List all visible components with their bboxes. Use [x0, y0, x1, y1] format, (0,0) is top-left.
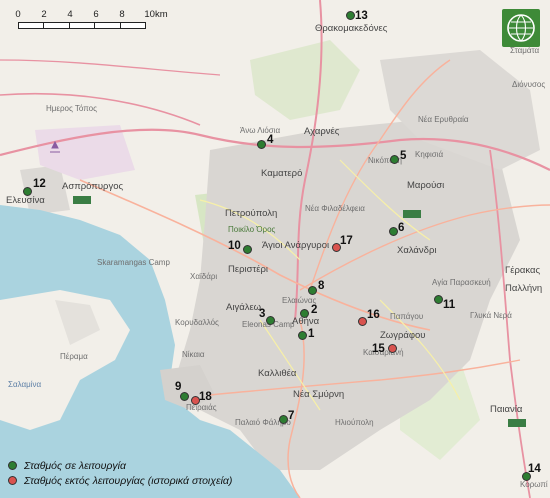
place-label: Νέα Φιλαδέλφεια — [305, 204, 365, 213]
station-marker-1[interactable] — [298, 331, 307, 340]
scale-tick-label: 6 — [93, 9, 99, 20]
place-label: Χαϊδάρι — [190, 272, 218, 281]
station-marker-7[interactable] — [279, 415, 288, 424]
meteo-network-logo-icon — [502, 9, 540, 47]
station-marker-16[interactable] — [358, 317, 367, 326]
station-marker-11[interactable] — [434, 295, 443, 304]
station-label-18[interactable]: 18 — [199, 391, 212, 403]
station-marker-2[interactable] — [300, 309, 309, 318]
place-label: Ποικίλο Όρος — [228, 225, 276, 234]
station-label-16[interactable]: 16 — [367, 309, 380, 321]
place-label: Ζωγράφου — [380, 330, 426, 341]
place-label: Νέα Σμύρνη — [293, 389, 345, 400]
place-label: Γλυκά Νερά — [470, 311, 512, 320]
station-marker-6[interactable] — [389, 227, 398, 236]
place-label: Πειραιάς — [186, 403, 217, 412]
scale-bar: 0 2 4 6 8 10km — [15, 9, 168, 35]
place-label: Αγία Παρασκευή — [432, 278, 491, 287]
place-label: Παλλήνη — [505, 283, 543, 294]
station-marker-10[interactable] — [243, 245, 252, 254]
station-marker-4[interactable] — [257, 140, 266, 149]
scale-tick-label: 10km — [144, 9, 168, 20]
place-label: Πέραμα — [60, 352, 88, 361]
station-marker-15[interactable] — [388, 344, 397, 353]
station-label-2[interactable]: 2 — [311, 304, 317, 316]
place-label: Skaramangas Camp — [97, 258, 170, 267]
scale-tick-label: 0 — [15, 9, 21, 20]
station-marker-9[interactable] — [180, 392, 189, 401]
station-label-9[interactable]: 9 — [175, 381, 181, 393]
station-label-14[interactable]: 14 — [528, 463, 541, 475]
place-label: Άνω Λιόσια — [240, 126, 281, 135]
place-label: Κορωπί — [520, 480, 548, 489]
place-label: Κορυδαλλός — [175, 318, 219, 327]
station-label-7[interactable]: 7 — [288, 410, 294, 422]
map-view[interactable]: 0 2 4 6 8 10km Θρακομακεδόνες Σταμάτα Δι… — [0, 0, 550, 498]
scale-bar-ruler — [18, 22, 146, 29]
place-label: Μαρούσι — [407, 180, 445, 191]
place-label: Γέρακας — [505, 265, 541, 276]
station-marker-13[interactable] — [346, 11, 355, 20]
station-label-11[interactable]: 11 — [443, 299, 455, 311]
place-label: Παιανία — [490, 404, 523, 415]
station-label-1[interactable]: 1 — [308, 328, 314, 340]
place-label: Νέα Ερυθραία — [418, 115, 469, 124]
place-label: Παπάγου — [390, 312, 424, 321]
place-label: Ασπρόπυργος — [62, 181, 124, 192]
place-label: Ελευσίνα — [6, 195, 45, 206]
legend-label-inactive: Σταθμός εκτός λειτουργίας (ιστορικά στοι… — [24, 474, 233, 487]
scale-tick-label: 4 — [67, 9, 73, 20]
station-marker-8[interactable] — [308, 286, 317, 295]
place-label: Πετρούπολη — [225, 208, 278, 219]
station-label-8[interactable]: 8 — [318, 280, 324, 292]
place-label: Νίκαια — [182, 350, 205, 359]
station-label-17[interactable]: 17 — [340, 235, 353, 247]
station-marker-3[interactable] — [266, 316, 275, 325]
station-label-4[interactable]: 4 — [267, 134, 273, 146]
e-road-badge — [508, 419, 526, 427]
station-marker-12[interactable] — [23, 187, 32, 196]
station-label-12[interactable]: 12 — [33, 178, 46, 190]
station-label-10[interactable]: 10 — [228, 240, 241, 252]
place-label: Κηφισιά — [415, 150, 444, 159]
legend-label-active: Σταθμός σε λειτουργία — [24, 459, 126, 472]
place-label: Ημερος Τόπος — [46, 104, 97, 113]
station-label-3[interactable]: 3 — [259, 308, 265, 320]
place-label: Αιγάλεω — [226, 302, 262, 313]
place-label: Καματερό — [261, 168, 303, 179]
station-label-5[interactable]: 5 — [400, 150, 406, 162]
legend-dot-inactive — [8, 476, 17, 485]
map-legend: Σταθμός σε λειτουργία Σταθμός εκτός λειτ… — [8, 458, 278, 488]
place-label: Διόνυσος — [512, 80, 546, 89]
place-label: Σαλαμίνα — [8, 380, 42, 389]
e-road-badge — [73, 196, 91, 204]
place-label: Σταμάτα — [510, 46, 540, 55]
place-label: Χαλάνδρι — [397, 245, 437, 256]
place-label: Περιστέρι — [228, 264, 268, 275]
place-label: Θρακομακεδόνες — [315, 23, 388, 34]
legend-item-inactive: Σταθμός εκτός λειτουργίας (ιστορικά στοι… — [8, 473, 278, 488]
legend-dot-active — [8, 461, 17, 470]
place-label: Άγιοι Ανάργυροι — [262, 240, 330, 251]
legend-item-active: Σταθμός σε λειτουργία — [8, 458, 278, 473]
station-marker-5[interactable] — [390, 155, 399, 164]
place-label: Καλλιθέα — [258, 368, 297, 379]
station-label-13[interactable]: 13 — [355, 10, 368, 22]
station-label-15[interactable]: 15 — [372, 343, 385, 355]
scale-tick-label: 2 — [41, 9, 47, 20]
station-label-6[interactable]: 6 — [398, 222, 404, 234]
e-road-badge — [403, 210, 421, 218]
scale-tick-label: 8 — [119, 9, 125, 20]
place-label: Αχαρνές — [304, 126, 340, 137]
place-label: Ηλιούπολη — [335, 418, 374, 427]
